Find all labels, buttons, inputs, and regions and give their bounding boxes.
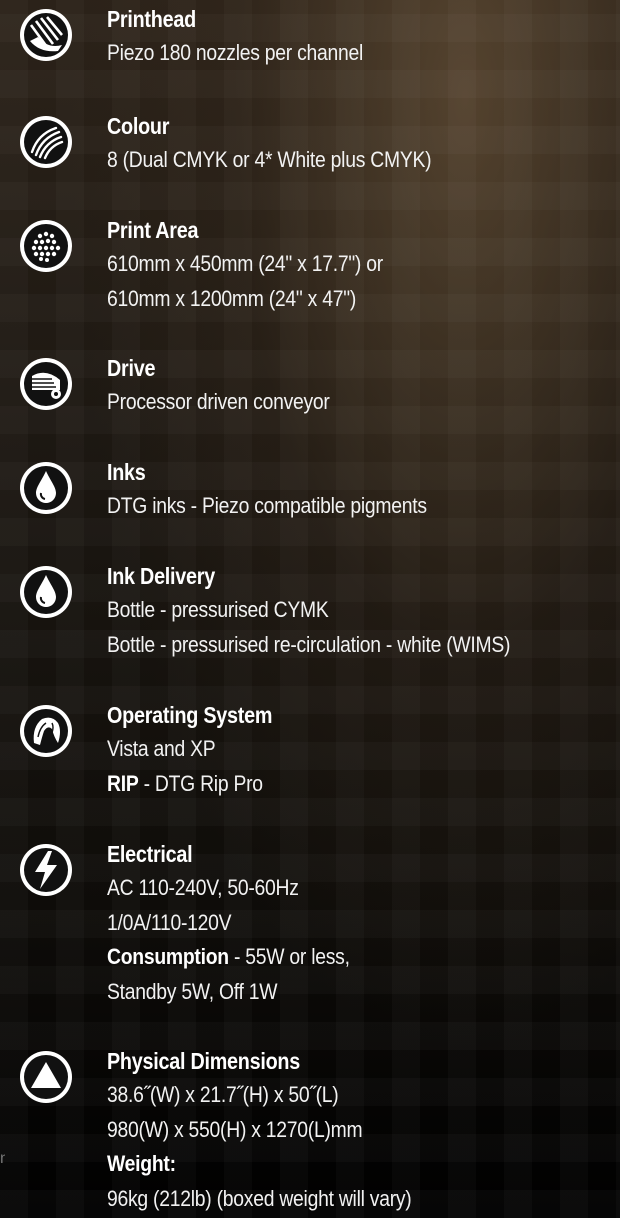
spec-line: 38.6˝(W) x 21.7˝(H) x 50˝(L) [107, 1082, 339, 1107]
spec-title: Print Area [107, 217, 199, 243]
rip-value: - DTG Rip Pro [138, 770, 263, 796]
spec-title: Electrical [107, 841, 193, 867]
weight-value: 96kg (212lb) (boxed weight will vary) [107, 1185, 412, 1211]
spec-line: Bottle - pressurised re-circulation - wh… [107, 631, 511, 657]
spec-line: Vista and XP [107, 736, 216, 761]
ink-drop-icon [18, 460, 74, 516]
spec-title: Drive [107, 355, 156, 381]
spec-line: DTG inks - Piezo compatible pigments [107, 493, 427, 518]
print-area-icon [18, 218, 74, 274]
spec-line: Piezo 180 nozzles per channel [107, 40, 364, 65]
ink-drop-icon [18, 564, 74, 620]
spec-line: 610mm x 1200mm (24" x 47") [107, 285, 357, 311]
spec-line: Bottle - pressurised CYMK [107, 597, 329, 622]
spec-line: 980(W) x 550(H) x 1270(L)mm [107, 1116, 363, 1142]
spec-line: Standby 5W, Off 1W [107, 978, 278, 1004]
spec-title: Inks [107, 459, 146, 485]
operating-system-icon [18, 703, 74, 759]
weight-label: Weight: [107, 1147, 548, 1182]
drive-icon [18, 356, 74, 412]
triangle-dimensions-icon [18, 1049, 74, 1105]
spec-line: 1/0A/110-120V [107, 909, 232, 935]
spec-line: 610mm x 450mm (24" x 17.7") or [107, 251, 383, 276]
lightning-bolt-icon [18, 842, 74, 898]
spec-title: Printhead [107, 6, 196, 32]
edge-fragment-text: n [0, 1150, 5, 1167]
consumption-label: Consumption [107, 944, 229, 969]
printhead-icon [18, 7, 74, 63]
spec-line: 8 (Dual CMYK or 4* White plus CMYK) [107, 147, 432, 172]
spec-title: Physical Dimensions [107, 1048, 300, 1074]
spec-line: AC 110-240V, 50-60Hz [107, 875, 299, 900]
rip-label: RIP [107, 770, 139, 796]
spec-title: Colour [107, 113, 170, 139]
spec-line: Processor driven conveyor [107, 389, 330, 414]
spec-line-rip: RIP - DTG Rip Pro [107, 767, 548, 802]
spec-line-consumption: Consumption - 55W or less, [107, 940, 548, 975]
spec-title: Operating System [107, 702, 273, 728]
consumption-value: - 55W or less, [228, 944, 350, 969]
colour-icon [18, 114, 74, 170]
weight-label-text: Weight: [107, 1151, 176, 1176]
spec-title: Ink Delivery [107, 563, 215, 589]
